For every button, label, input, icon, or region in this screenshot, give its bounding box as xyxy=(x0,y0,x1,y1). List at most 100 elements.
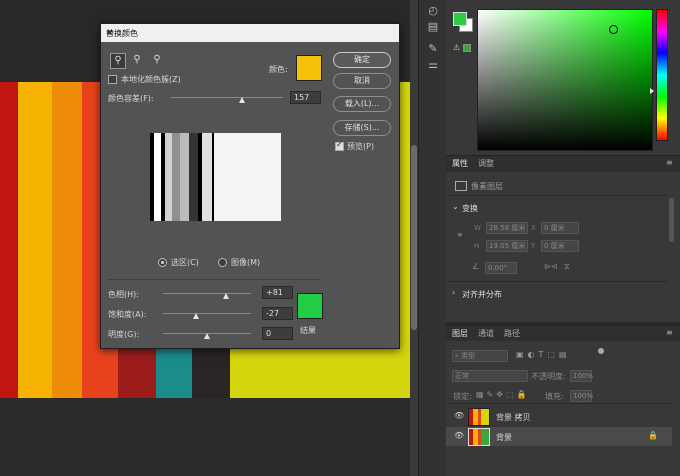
close-icon[interactable]: ✕ xyxy=(106,28,393,37)
chevron-right-icon[interactable]: › xyxy=(452,288,455,297)
opacity-field[interactable]: 100% xyxy=(570,370,593,382)
layer-thumbnail xyxy=(468,408,490,426)
result-color-swatch[interactable] xyxy=(297,293,323,319)
foreground-color-swatch[interactable] xyxy=(453,12,467,26)
hue-slider-thumb[interactable] xyxy=(223,293,230,299)
saturation-slider[interactable] xyxy=(163,313,251,314)
eye-icon[interactable]: 👁 xyxy=(454,431,464,440)
lightness-label: 明度(G): xyxy=(108,330,140,339)
layer-name[interactable]: 背景 拷贝 xyxy=(496,412,531,423)
chevron-down-icon[interactable]: ⌄ xyxy=(452,202,459,211)
dialog-title-bar[interactable]: 替换颜色 ✕ xyxy=(101,24,399,42)
gamut-warning-icon: ⚠ xyxy=(453,43,461,52)
adjust-icon[interactable]: ⚌ xyxy=(424,56,442,74)
result-label: 结果 xyxy=(300,326,316,335)
panel-menu-icon[interactable]: ≡ xyxy=(666,158,673,167)
selection-radio-label[interactable]: 选区(C) xyxy=(171,257,199,268)
y-field[interactable]: 0 厘米 xyxy=(541,240,579,252)
height-field[interactable]: 19.05 厘米 xyxy=(486,240,528,252)
selection-preview[interactable] xyxy=(150,133,281,221)
tab-adjustments[interactable]: 调整 xyxy=(478,158,494,169)
picker-cursor[interactable] xyxy=(609,25,618,34)
properties-scrollbar[interactable] xyxy=(669,198,674,242)
layer-row-selected[interactable]: 👁 背景 🔒 xyxy=(446,427,672,446)
fuzziness-field[interactable]: 157 xyxy=(290,91,321,104)
tab-paths[interactable]: 路径 xyxy=(504,328,520,339)
layers-tabs: 图层 通道 路径 ≡ xyxy=(446,325,680,342)
lock-icons[interactable]: ▦✎✥⬚🔒 xyxy=(476,390,529,399)
saturation-field[interactable]: -27 xyxy=(262,307,293,320)
preview-band xyxy=(165,133,172,221)
flip-vertical-icon[interactable]: ⧖ xyxy=(564,262,570,272)
comment-icon[interactable]: ▤ xyxy=(424,18,442,36)
image-radio[interactable] xyxy=(218,258,227,267)
fuzziness-slider[interactable] xyxy=(171,97,283,98)
preview-band xyxy=(180,133,189,221)
tab-channels[interactable]: 通道 xyxy=(478,328,494,339)
kind-label: 类型 xyxy=(461,352,476,360)
eyedropper-icon[interactable]: ⚲ xyxy=(110,53,126,69)
layer-kind-filter[interactable]: ⌕ 类型 xyxy=(452,350,508,362)
divider xyxy=(446,403,672,404)
h-label: H xyxy=(474,242,480,250)
pixel-layer-icon xyxy=(455,181,467,191)
web-safe-swatch[interactable] xyxy=(463,44,471,52)
color-picker-field[interactable] xyxy=(477,9,653,151)
canvas-background xyxy=(0,398,410,476)
eyedropper-add-icon[interactable]: ⚲ xyxy=(130,53,144,67)
stripe xyxy=(18,82,52,398)
y-label: Y xyxy=(531,242,536,250)
divider xyxy=(446,195,668,196)
preview-band xyxy=(154,133,161,221)
scrollbar-thumb[interactable] xyxy=(411,145,417,330)
hue-slider-marker[interactable] xyxy=(650,88,654,94)
save-button[interactable]: 存储(S)... xyxy=(333,120,391,136)
divider xyxy=(446,281,668,282)
lightness-slider-thumb[interactable] xyxy=(204,333,210,339)
x-field[interactable]: 0 厘米 xyxy=(541,222,579,234)
blend-mode-select[interactable]: 正常 xyxy=(452,370,528,382)
cancel-button[interactable]: 取消 xyxy=(333,73,391,89)
hue-slider[interactable] xyxy=(656,9,668,141)
panel-menu-icon[interactable]: ≡ xyxy=(666,328,673,337)
link-icon[interactable]: ⚭ xyxy=(456,231,464,241)
ok-button[interactable]: 确定 xyxy=(333,52,391,68)
load-button[interactable]: 载入(L)... xyxy=(333,96,391,112)
flip-horizontal-icon[interactable]: ⊳⊲ xyxy=(544,262,557,271)
width-field[interactable]: 28.58 厘米 xyxy=(486,222,528,234)
preview-band xyxy=(202,133,212,221)
layer-row[interactable]: 👁 背景 拷贝 xyxy=(446,407,672,426)
filter-toggle[interactable] xyxy=(598,348,604,354)
angle-icon: ∠ xyxy=(472,262,480,271)
selection-radio[interactable] xyxy=(158,258,167,267)
pixel-layer-label: 像素图层 xyxy=(471,182,503,191)
lightness-field[interactable]: 0 xyxy=(262,327,293,340)
divider xyxy=(108,279,320,280)
image-radio-label[interactable]: 图像(M) xyxy=(231,257,260,268)
align-distribute-header[interactable]: 对齐并分布 xyxy=(462,289,502,300)
fuzziness-slider-thumb[interactable] xyxy=(238,97,245,103)
fill-field[interactable]: 100% xyxy=(570,390,593,402)
preview-checkbox[interactable]: ✓ xyxy=(335,140,344,151)
layer-name[interactable]: 背景 xyxy=(496,432,512,443)
localized-clusters-checkbox[interactable] xyxy=(108,75,117,84)
localized-clusters-label: 本地化颜色簇(Z) xyxy=(121,75,181,84)
tab-properties[interactable]: 属性 xyxy=(452,158,468,169)
hue-field[interactable]: +81 xyxy=(262,286,293,299)
target-color-swatch[interactable] xyxy=(296,55,322,81)
transform-header[interactable]: 变换 xyxy=(462,203,478,214)
panel-dock-strip: ◴ ▤ ✎ ⚌ xyxy=(418,0,447,476)
preview-band xyxy=(172,133,180,221)
angle-field[interactable]: 0.00° xyxy=(485,262,517,274)
filter-icons[interactable]: ▣◐T⬚▤ xyxy=(516,350,571,359)
tab-layers[interactable]: 图层 xyxy=(452,328,468,339)
layer-thumbnail xyxy=(468,428,490,446)
lock-label: 锁定: xyxy=(453,392,472,401)
hue-slider[interactable] xyxy=(163,293,251,294)
preview-label[interactable]: 预览(P) xyxy=(347,141,374,152)
lock-icon: 🔒 xyxy=(648,431,658,440)
eye-icon[interactable]: 👁 xyxy=(454,411,464,420)
eyedropper-subtract-icon[interactable]: ⚲ xyxy=(150,53,164,67)
saturation-slider-thumb[interactable] xyxy=(192,313,199,319)
fill-label: 填充: xyxy=(545,392,564,401)
